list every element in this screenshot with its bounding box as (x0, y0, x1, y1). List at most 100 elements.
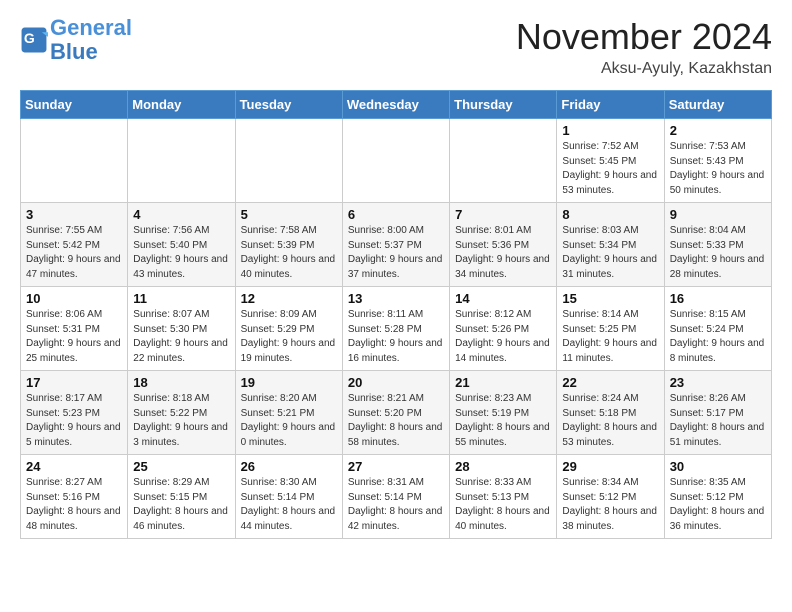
day-info: Sunrise: 8:33 AM Sunset: 5:13 PM Dayligh… (455, 476, 551, 534)
calendar-cell: 4 Sunrise: 7:56 AM Sunset: 5:40 PM Daylig… (128, 203, 235, 287)
day-info: Sunrise: 7:52 AM Sunset: 5:45 PM Dayligh… (562, 140, 658, 198)
header-cell-wednesday: Wednesday (342, 91, 449, 119)
day-info: Sunrise: 8:27 AM Sunset: 5:16 PM Dayligh… (26, 476, 122, 534)
day-number: 3 (26, 207, 122, 222)
svg-text:G: G (24, 30, 35, 46)
day-info: Sunrise: 8:12 AM Sunset: 5:26 PM Dayligh… (455, 308, 551, 366)
calendar-cell: 21Sunrise: 8:23 AM Sunset: 5:19 PM Dayli… (450, 371, 557, 455)
calendar-cell: 24 Sunrise: 8:27 AM Sunset: 5:16 PM Dayli… (21, 455, 128, 539)
day-number: 28 (455, 459, 551, 474)
calendar-week-2: 10 Sunrise: 8:06 AM Sunset: 5:31 PM Dayli… (21, 287, 772, 371)
calendar-cell (342, 119, 449, 203)
day-number: 1 (562, 123, 658, 138)
day-number: 22 (562, 375, 658, 390)
day-number: 9 (670, 207, 766, 222)
day-number: 7 (455, 207, 551, 222)
day-number: 30 (670, 459, 766, 474)
day-number: 27 (348, 459, 444, 474)
calendar-cell (450, 119, 557, 203)
day-number: 6 (348, 207, 444, 222)
calendar-cell: 17Sunrise: 8:17 AM Sunset: 5:23 PM Dayli… (21, 371, 128, 455)
day-info: Sunrise: 8:11 AM Sunset: 5:28 PM Dayligh… (348, 308, 444, 366)
day-number: 8 (562, 207, 658, 222)
day-info: Sunrise: 7:56 AM Sunset: 5:40 PM Dayligh… (133, 224, 229, 282)
calendar-cell: 3 Sunrise: 7:55 AM Sunset: 5:42 PM Daylig… (21, 203, 128, 287)
day-info: Sunrise: 8:24 AM Sunset: 5:18 PM Dayligh… (562, 392, 658, 450)
calendar-cell: 1 Sunrise: 7:52 AM Sunset: 5:45 PM Daylig… (557, 119, 664, 203)
day-number: 12 (241, 291, 337, 306)
day-number: 4 (133, 207, 229, 222)
day-info: Sunrise: 8:14 AM Sunset: 5:25 PM Dayligh… (562, 308, 658, 366)
calendar-cell: 9 Sunrise: 8:04 AM Sunset: 5:33 PM Daylig… (664, 203, 771, 287)
day-info: Sunrise: 8:06 AM Sunset: 5:31 PM Dayligh… (26, 308, 122, 366)
title-block: November 2024 Aksu-Ayuly, Kazakhstan (516, 16, 772, 78)
day-info: Sunrise: 7:55 AM Sunset: 5:42 PM Dayligh… (26, 224, 122, 282)
day-info: Sunrise: 8:07 AM Sunset: 5:30 PM Dayligh… (133, 308, 229, 366)
calendar-cell: 10 Sunrise: 8:06 AM Sunset: 5:31 PM Dayli… (21, 287, 128, 371)
day-number: 2 (670, 123, 766, 138)
calendar-cell: 25Sunrise: 8:29 AM Sunset: 5:15 PM Dayli… (128, 455, 235, 539)
day-number: 21 (455, 375, 551, 390)
logo-text: General Blue (50, 16, 132, 64)
header-cell-saturday: Saturday (664, 91, 771, 119)
header-cell-tuesday: Tuesday (235, 91, 342, 119)
day-number: 29 (562, 459, 658, 474)
day-number: 26 (241, 459, 337, 474)
day-info: Sunrise: 8:34 AM Sunset: 5:12 PM Dayligh… (562, 476, 658, 534)
day-info: Sunrise: 8:21 AM Sunset: 5:20 PM Dayligh… (348, 392, 444, 450)
day-info: Sunrise: 8:09 AM Sunset: 5:29 PM Dayligh… (241, 308, 337, 366)
day-info: Sunrise: 8:31 AM Sunset: 5:14 PM Dayligh… (348, 476, 444, 534)
day-info: Sunrise: 8:03 AM Sunset: 5:34 PM Dayligh… (562, 224, 658, 282)
calendar-week-4: 24 Sunrise: 8:27 AM Sunset: 5:16 PM Dayli… (21, 455, 772, 539)
day-info: Sunrise: 8:20 AM Sunset: 5:21 PM Dayligh… (241, 392, 337, 450)
day-number: 20 (348, 375, 444, 390)
calendar-cell: 20 Sunrise: 8:21 AM Sunset: 5:20 PM Dayli… (342, 371, 449, 455)
page-container: G General Blue November 2024 Aksu-Ayuly,… (0, 0, 792, 555)
day-info: Sunrise: 8:30 AM Sunset: 5:14 PM Dayligh… (241, 476, 337, 534)
calendar-cell: 12 Sunrise: 8:09 AM Sunset: 5:29 PM Dayli… (235, 287, 342, 371)
day-info: Sunrise: 8:26 AM Sunset: 5:17 PM Dayligh… (670, 392, 766, 450)
calendar-cell: 13Sunrise: 8:11 AM Sunset: 5:28 PM Dayli… (342, 287, 449, 371)
calendar-cell: 22 Sunrise: 8:24 AM Sunset: 5:18 PM Dayli… (557, 371, 664, 455)
calendar-cell: 23 Sunrise: 8:26 AM Sunset: 5:17 PM Dayli… (664, 371, 771, 455)
calendar-cell: 16 Sunrise: 8:15 AM Sunset: 5:24 PM Dayli… (664, 287, 771, 371)
calendar-week-1: 3 Sunrise: 7:55 AM Sunset: 5:42 PM Daylig… (21, 203, 772, 287)
calendar-cell: 18Sunrise: 8:18 AM Sunset: 5:22 PM Dayli… (128, 371, 235, 455)
calendar-cell: 19 Sunrise: 8:20 AM Sunset: 5:21 PM Dayli… (235, 371, 342, 455)
logo-icon: G (20, 26, 48, 54)
calendar-cell (21, 119, 128, 203)
calendar-cell: 15 Sunrise: 8:14 AM Sunset: 5:25 PM Dayli… (557, 287, 664, 371)
header-cell-sunday: Sunday (21, 91, 128, 119)
calendar-cell (235, 119, 342, 203)
calendar-header-row: SundayMondayTuesdayWednesdayThursdayFrid… (21, 91, 772, 119)
month-title: November 2024 (516, 16, 772, 58)
calendar-table: SundayMondayTuesdayWednesdayThursdayFrid… (20, 90, 772, 539)
day-number: 23 (670, 375, 766, 390)
day-info: Sunrise: 8:35 AM Sunset: 5:12 PM Dayligh… (670, 476, 766, 534)
day-number: 19 (241, 375, 337, 390)
header-cell-friday: Friday (557, 91, 664, 119)
day-number: 18 (133, 375, 229, 390)
day-info: Sunrise: 7:58 AM Sunset: 5:39 PM Dayligh… (241, 224, 337, 282)
logo: G General Blue (20, 16, 132, 64)
calendar-cell: 26 Sunrise: 8:30 AM Sunset: 5:14 PM Dayli… (235, 455, 342, 539)
day-number: 17 (26, 375, 122, 390)
calendar-week-3: 17Sunrise: 8:17 AM Sunset: 5:23 PM Dayli… (21, 371, 772, 455)
header-cell-thursday: Thursday (450, 91, 557, 119)
day-info: Sunrise: 8:00 AM Sunset: 5:37 PM Dayligh… (348, 224, 444, 282)
calendar-cell: 28 Sunrise: 8:33 AM Sunset: 5:13 PM Dayli… (450, 455, 557, 539)
calendar-week-0: 1 Sunrise: 7:52 AM Sunset: 5:45 PM Daylig… (21, 119, 772, 203)
day-info: Sunrise: 8:15 AM Sunset: 5:24 PM Dayligh… (670, 308, 766, 366)
calendar-cell: 2Sunrise: 7:53 AM Sunset: 5:43 PM Daylig… (664, 119, 771, 203)
day-number: 24 (26, 459, 122, 474)
day-number: 11 (133, 291, 229, 306)
calendar-cell: 30 Sunrise: 8:35 AM Sunset: 5:12 PM Dayli… (664, 455, 771, 539)
day-number: 15 (562, 291, 658, 306)
day-number: 10 (26, 291, 122, 306)
day-number: 16 (670, 291, 766, 306)
day-number: 5 (241, 207, 337, 222)
calendar-cell: 5 Sunrise: 7:58 AM Sunset: 5:39 PM Daylig… (235, 203, 342, 287)
day-number: 14 (455, 291, 551, 306)
day-info: Sunrise: 8:04 AM Sunset: 5:33 PM Dayligh… (670, 224, 766, 282)
location: Aksu-Ayuly, Kazakhstan (516, 60, 772, 78)
